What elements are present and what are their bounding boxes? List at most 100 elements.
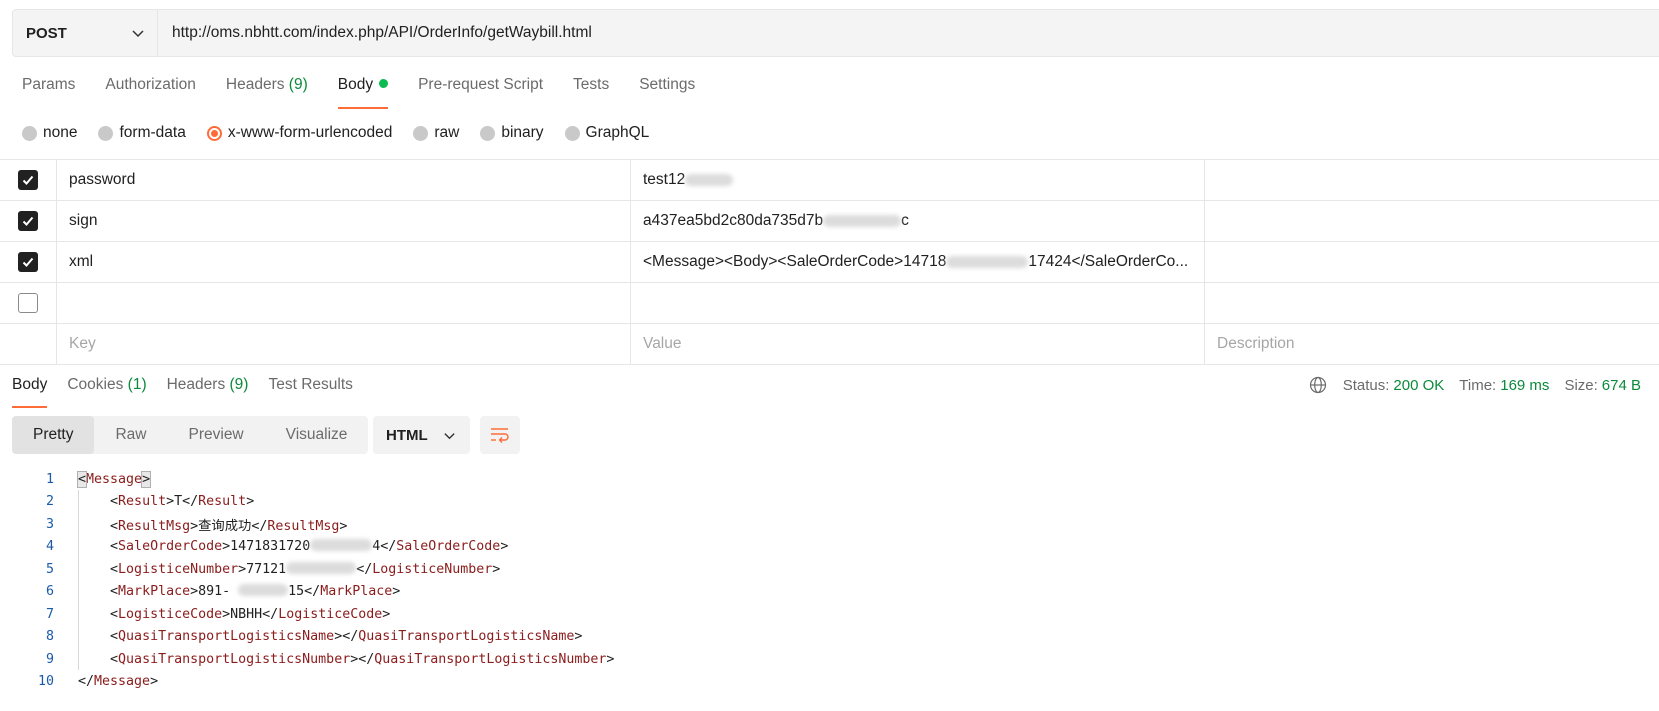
tab-headers[interactable]: Headers (9) xyxy=(226,76,308,108)
row-checkbox[interactable] xyxy=(18,293,38,313)
redacted-blur xyxy=(310,539,373,552)
line-number: 5 xyxy=(45,561,54,577)
body-type-radios: none form-data x-www-form-urlencoded raw… xyxy=(22,124,670,142)
tab-response-headers[interactable]: Headers (9) xyxy=(167,376,249,406)
param-value[interactable]: <Message><Body><SaleOrderCode>14718 17424… xyxy=(631,242,1205,282)
redacted-blur xyxy=(286,561,357,574)
view-mode-segmented: Pretty Raw Preview Visualize xyxy=(12,416,369,454)
url-input[interactable]: http://oms.nbhtt.com/index.php/API/Order… xyxy=(158,10,1659,56)
line-number: 9 xyxy=(45,651,54,667)
param-key[interactable]: password xyxy=(57,160,631,200)
line-number: 2 xyxy=(45,494,54,510)
headers-count: (9) xyxy=(288,76,308,93)
code-line-content: <QuasiTransportLogisticsNumber></QuasiTr… xyxy=(110,651,615,667)
line-number: 10 xyxy=(37,674,54,690)
tab-test-results[interactable]: Test Results xyxy=(268,376,352,406)
radio-graphql[interactable]: GraphQL xyxy=(564,124,649,142)
wrap-lines-icon xyxy=(491,428,509,443)
tab-params[interactable]: Params xyxy=(22,76,75,108)
radio-form-data[interactable]: form-data xyxy=(98,124,186,142)
param-description[interactable] xyxy=(1205,242,1659,282)
code-line-content: <LogisticeNumber>77121 </LogisticeNumber> xyxy=(110,561,501,577)
param-value[interactable] xyxy=(631,283,1205,323)
redacted-blur xyxy=(238,584,289,597)
code-line: 7 <LogisticeCode>NBHH</LogisticeCode> xyxy=(0,603,1659,626)
tab-settings[interactable]: Settings xyxy=(639,76,695,108)
view-preview-button[interactable]: Preview xyxy=(168,416,265,454)
table-row-new: Key Value Description xyxy=(0,324,1659,365)
wrap-lines-button[interactable] xyxy=(480,416,520,454)
description-placeholder[interactable]: Description xyxy=(1205,324,1659,364)
radio-circle xyxy=(564,125,580,141)
line-number: 8 xyxy=(45,629,54,645)
chevron-down-icon xyxy=(444,432,455,439)
status-value[interactable]: 200 OK xyxy=(1393,377,1444,394)
table-row: password test12 xyxy=(0,160,1659,201)
line-number: 7 xyxy=(45,606,54,622)
param-description[interactable] xyxy=(1205,201,1659,241)
view-raw-button[interactable]: Raw xyxy=(94,416,167,454)
code-line-content: <LogisticeCode>NBHH</LogisticeCode> xyxy=(110,606,391,622)
code-line-content: <Result>T</Result> xyxy=(110,494,255,510)
code-line: 5 <LogisticeNumber>77121 </LogisticeNumbe… xyxy=(0,558,1659,581)
code-line: 1 <Message> xyxy=(0,468,1659,491)
time-value[interactable]: 169 ms xyxy=(1500,377,1549,394)
view-pretty-button[interactable]: Pretty xyxy=(12,416,95,454)
radio-x-www-form-urlencoded[interactable]: x-www-form-urlencoded xyxy=(206,124,392,142)
format-select[interactable]: HTML xyxy=(373,416,470,454)
key-placeholder[interactable]: Key xyxy=(57,324,631,364)
code-line: 2 <Result>T</Result> xyxy=(0,491,1659,514)
check-icon xyxy=(22,257,34,267)
tab-response-body[interactable]: Body xyxy=(12,376,48,408)
method-select[interactable]: POST xyxy=(13,10,158,56)
code-line-content: <QuasiTransportLogisticsName></QuasiTran… xyxy=(110,629,583,645)
method-label: POST xyxy=(26,24,67,42)
param-description[interactable] xyxy=(1205,283,1659,323)
response-code-viewer[interactable]: 1 <Message> 2 <Result>T</Result> 3 <ResultM… xyxy=(0,468,1659,693)
line-number: 3 xyxy=(45,516,54,532)
row-checkbox[interactable] xyxy=(18,211,38,231)
view-visualize-button[interactable]: Visualize xyxy=(265,416,369,454)
radio-circle xyxy=(98,125,114,141)
tab-body[interactable]: Body xyxy=(337,76,389,109)
radio-circle xyxy=(22,125,37,141)
code-line: 3 <ResultMsg>查询成功</ResultMsg> xyxy=(0,513,1659,536)
param-key[interactable]: xml xyxy=(57,242,631,282)
line-number: 4 xyxy=(45,539,54,555)
response-status: Status: 200 OK Time: 169 ms Size: 674 B xyxy=(1309,376,1641,394)
code-line-content: </Message> xyxy=(78,674,159,690)
response-tabs: Body Cookies (1) Headers (9) Test Result… xyxy=(12,376,373,408)
body-indicator-dot xyxy=(379,79,389,88)
code-line: 6 <MarkPlace>891- 15</MarkPlace> xyxy=(0,581,1659,604)
redacted-blur xyxy=(946,256,1029,268)
code-line: 8 <QuasiTransportLogisticsName></QuasiTr… xyxy=(0,626,1659,649)
row-checkbox[interactable] xyxy=(18,252,38,272)
code-line-content: <SaleOrderCode>1471831720 4</SaleOrderCod… xyxy=(110,539,509,555)
value-placeholder[interactable]: Value xyxy=(631,324,1205,364)
globe-icon[interactable] xyxy=(1309,376,1327,394)
param-value[interactable]: test12 xyxy=(631,160,1205,200)
code-line: 10 </Message> xyxy=(0,671,1659,694)
code-line-content: <ResultMsg>查询成功</ResultMsg> xyxy=(110,518,348,534)
tab-authorization[interactable]: Authorization xyxy=(105,76,195,108)
param-key[interactable] xyxy=(57,283,631,323)
radio-none[interactable]: none xyxy=(22,124,77,142)
radio-binary[interactable]: binary xyxy=(480,124,544,142)
table-row xyxy=(0,283,1659,324)
tab-tests[interactable]: Tests xyxy=(573,76,609,108)
param-description[interactable] xyxy=(1205,160,1659,200)
request-url-bar: POST http://oms.nbhtt.com/index.php/API/… xyxy=(12,9,1659,57)
table-row: xml <Message><Body><SaleOrderCode>14718 1… xyxy=(0,242,1659,283)
radio-raw[interactable]: raw xyxy=(413,124,459,142)
tab-cookies[interactable]: Cookies (1) xyxy=(67,376,146,406)
code-line: 4 <SaleOrderCode>1471831720 4</SaleOrderC… xyxy=(0,536,1659,559)
chevron-down-icon xyxy=(132,30,144,38)
line-number: 1 xyxy=(45,471,54,487)
line-number: 6 xyxy=(45,584,54,600)
param-value[interactable]: a437ea5bd2c80da735d7b c xyxy=(631,201,1205,241)
tab-pre-request-script[interactable]: Pre-request Script xyxy=(418,76,543,108)
params-table: password test12 sign a437ea5bd2c80da735d… xyxy=(0,159,1659,365)
size-value[interactable]: 674 B xyxy=(1602,377,1641,394)
param-key[interactable]: sign xyxy=(57,201,631,241)
row-checkbox[interactable] xyxy=(18,170,38,190)
